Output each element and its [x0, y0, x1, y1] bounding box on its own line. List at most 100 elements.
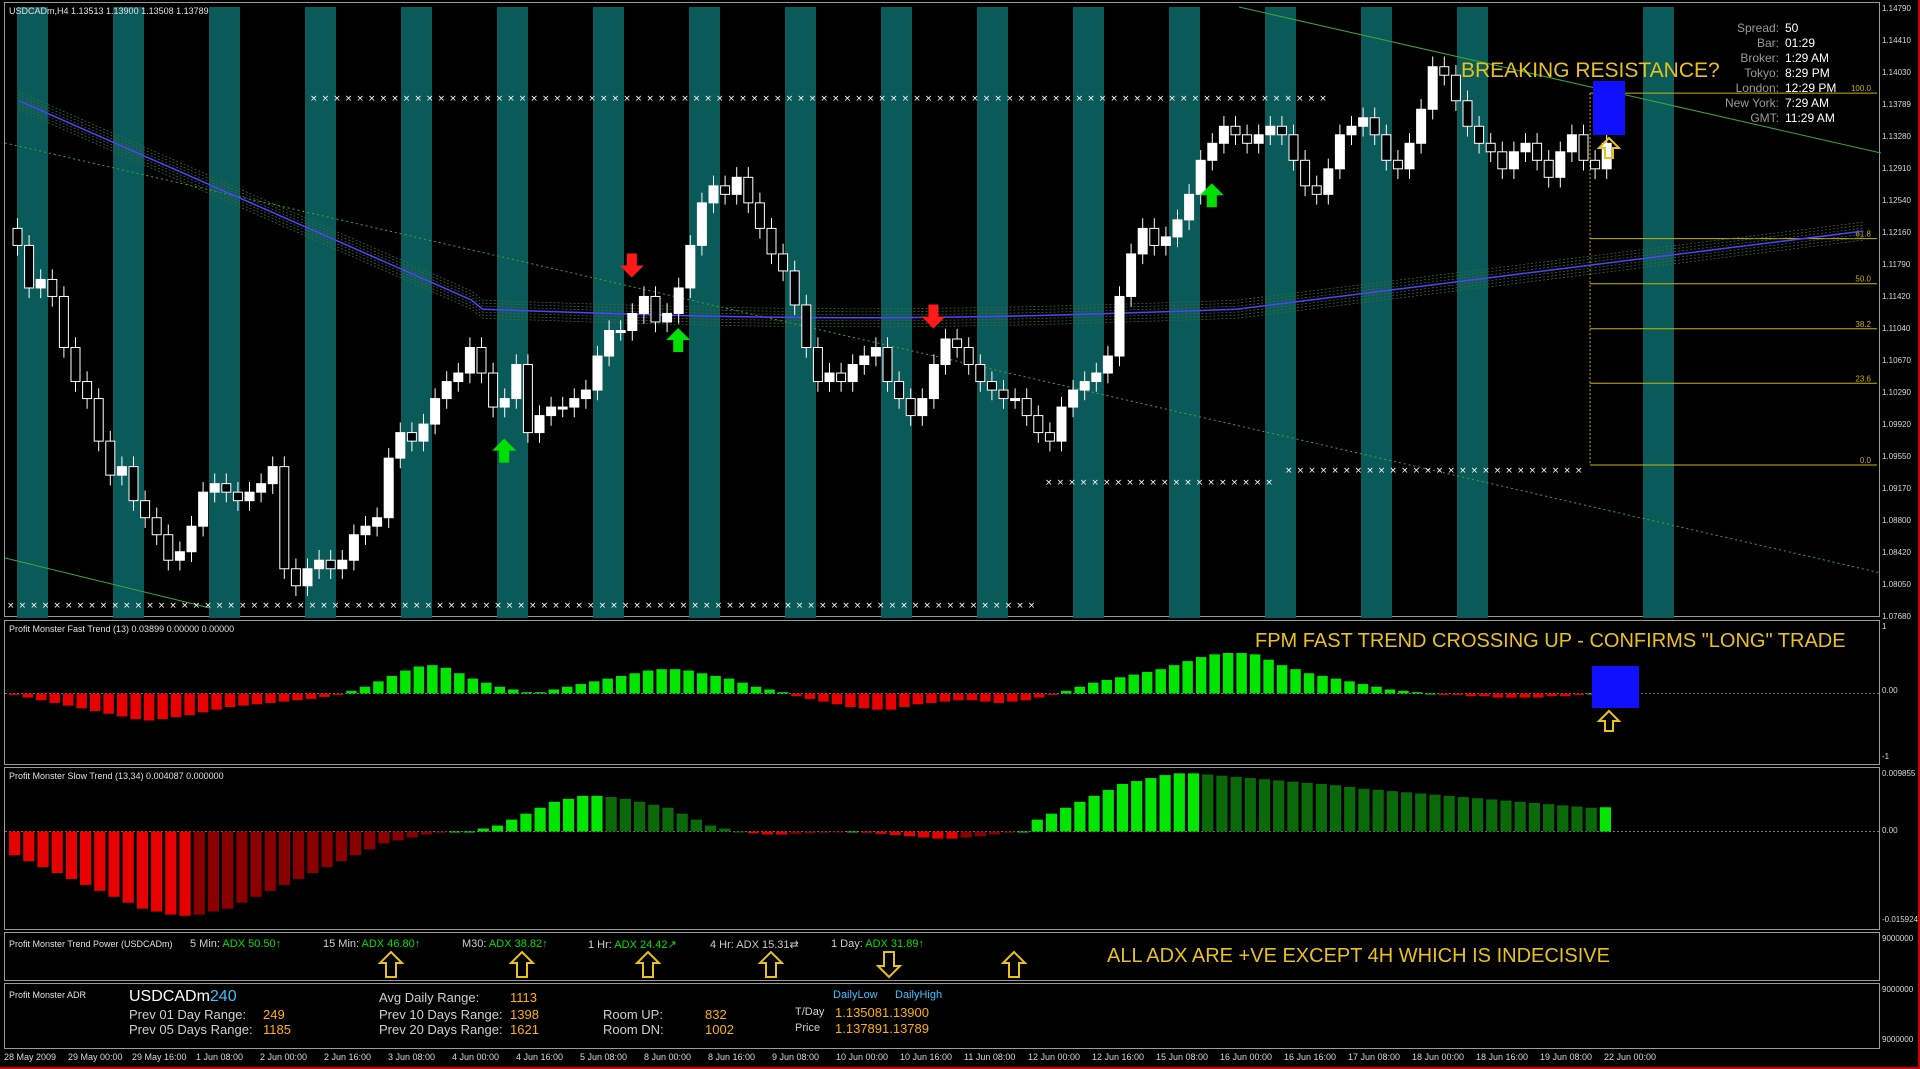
adr-dailylow-label: DailyLow: [833, 989, 878, 1001]
slow-trend-bar: [1429, 794, 1441, 832]
support-dots: ×: [1045, 478, 1053, 488]
trend-power-pane[interactable]: Profit Monster Trend Power (USDCADm) 5 M…: [4, 932, 1880, 981]
slow-trend-bar: [179, 831, 191, 916]
candle-bull: [1404, 142, 1415, 170]
adr-avg: Avg Daily Range:: [379, 990, 480, 1005]
candle-bear: [82, 381, 93, 400]
fast-trend-bar: [508, 689, 519, 694]
fast-trend-bar: [710, 675, 721, 694]
fast-trend-bar: [777, 692, 789, 694]
candle-bear: [998, 389, 1009, 400]
trend-power-annotation: ALL ADX ARE +VE EXCEPT 4H WHICH IS INDEC…: [1107, 945, 1610, 967]
fast-trend-bar: [1357, 684, 1369, 694]
price-chart-pane[interactable]: × × × × × × × × × × × × × × × × × × × × × × × × × × × × × × × × × × × × × × × ×…: [4, 2, 1881, 618]
resistance-dots: ×: [1006, 94, 1014, 104]
fib-level-label: 38.2: [1855, 320, 1871, 329]
candle-bear: [105, 440, 116, 476]
low-dots: ×: [610, 601, 618, 611]
candle-bull: [940, 338, 951, 366]
slow-trend-pane[interactable]: Profit Monster Slow Trend (13,34) 0.0040…: [4, 767, 1881, 930]
slow-trend-bar: [1471, 798, 1484, 832]
fast-trend-bar: [400, 670, 411, 694]
support-dots: ×: [1401, 466, 1409, 476]
candle-bear: [905, 398, 916, 417]
candle-bear: [47, 278, 58, 297]
tp-axis-top: 9000000: [1882, 934, 1914, 943]
slow-trend-bar: [832, 831, 845, 833]
resistance-dots: ×: [1261, 94, 1269, 104]
fast-trend-bar: [1303, 673, 1315, 694]
adr-roomdn-value: 1002: [705, 1022, 734, 1037]
ma-ribbon: [18, 91, 1864, 310]
candle-bull: [673, 287, 684, 314]
slow-trend-bar: [435, 831, 447, 833]
fast-trend-bar: [561, 686, 573, 694]
resistance-dots: ×: [797, 94, 805, 104]
slow-trend-bar: [23, 831, 35, 862]
adr-axis-bottom: 9000000: [1882, 1035, 1914, 1044]
fast-trend-pane[interactable]: Profit Monster Fast Trend (13) 0.03899 0…: [4, 620, 1881, 765]
fast-trend-bar: [1074, 686, 1085, 694]
low-dots: ×: [842, 601, 850, 611]
support-dots: ×: [1343, 466, 1351, 476]
fast-trend-bar: [1020, 693, 1032, 701]
low-dots: ×: [367, 601, 375, 611]
slow-trend-bar: [861, 831, 873, 833]
slow-trend-bar: [847, 831, 859, 833]
fast-trend-bar: [427, 665, 438, 694]
session-info-row: Spread: 50: [1736, 21, 1799, 35]
low-dots: ×: [923, 601, 931, 611]
candle-bull: [1079, 381, 1090, 391]
candle-bull: [35, 278, 46, 289]
fast-trend-bar: [872, 693, 883, 710]
time-tick: 2 Jun 00:00: [260, 1052, 308, 1062]
low-dots: ×: [448, 601, 456, 611]
candle-bear: [24, 244, 35, 289]
slow-trend-bar: [1500, 800, 1512, 832]
support-dots: ×: [1413, 466, 1421, 476]
fast-trend-bar: [1276, 665, 1288, 694]
slow-trend-bar: [1585, 807, 1597, 832]
slow-trend-bar: [193, 831, 205, 915]
resistance-dots: ×: [403, 94, 411, 104]
low-dots: ×: [517, 601, 525, 611]
fast-trend-bar: [1290, 669, 1301, 694]
fast-trend-bar: [993, 693, 1005, 703]
fast-trend-bar: [818, 693, 829, 702]
adr-prev10: Prev 10 Days Range:: [379, 1007, 503, 1022]
candle-bull: [928, 364, 939, 400]
fast-trend-bar: [319, 693, 330, 697]
adr-pane[interactable]: Profit Monster ADR USDCADm240 Prev 01 Da…: [4, 983, 1880, 1049]
candle-bull: [1195, 159, 1206, 195]
slow-trend-bar: [1514, 801, 1526, 832]
low-dots: ×: [541, 601, 549, 611]
candle-bull: [1091, 372, 1102, 383]
slow-trend-bar: [1131, 781, 1143, 832]
candle-bull: [824, 372, 835, 383]
low-dots: ×: [227, 601, 235, 611]
resistance-dots: ×: [542, 94, 550, 104]
breaking-resistance-annotation: BREAKING RESISTANCE?: [1461, 59, 1720, 82]
slow-trend-bar: [307, 831, 319, 874]
fast-trend-bar: [1533, 693, 1544, 698]
fast-trend-bar: [899, 693, 910, 707]
slow-trend-bar: [1372, 789, 1384, 832]
candle-bull: [534, 415, 545, 434]
low-dots: ×: [889, 601, 897, 611]
slow-trend-bar: [335, 831, 347, 862]
slow-trend-bar: [1230, 776, 1242, 832]
fast-trend-bar: [143, 693, 155, 721]
time-tick: 28 May 2009: [4, 1052, 57, 1062]
adx-arrow-up-m30: [634, 950, 662, 978]
low-dots: ×: [320, 601, 328, 611]
candle-bull: [1010, 398, 1021, 402]
low-dots: ×: [622, 601, 630, 611]
candle-bull: [1253, 134, 1264, 144]
ma-ribbon: [18, 100, 1864, 319]
fast-trend-bar: [481, 682, 492, 694]
fast-trend-bar: [602, 678, 613, 694]
low-dots: ×: [30, 601, 38, 611]
candle-bull: [870, 347, 881, 357]
candle-bull: [662, 312, 673, 323]
support-dots: ×: [1057, 478, 1065, 488]
